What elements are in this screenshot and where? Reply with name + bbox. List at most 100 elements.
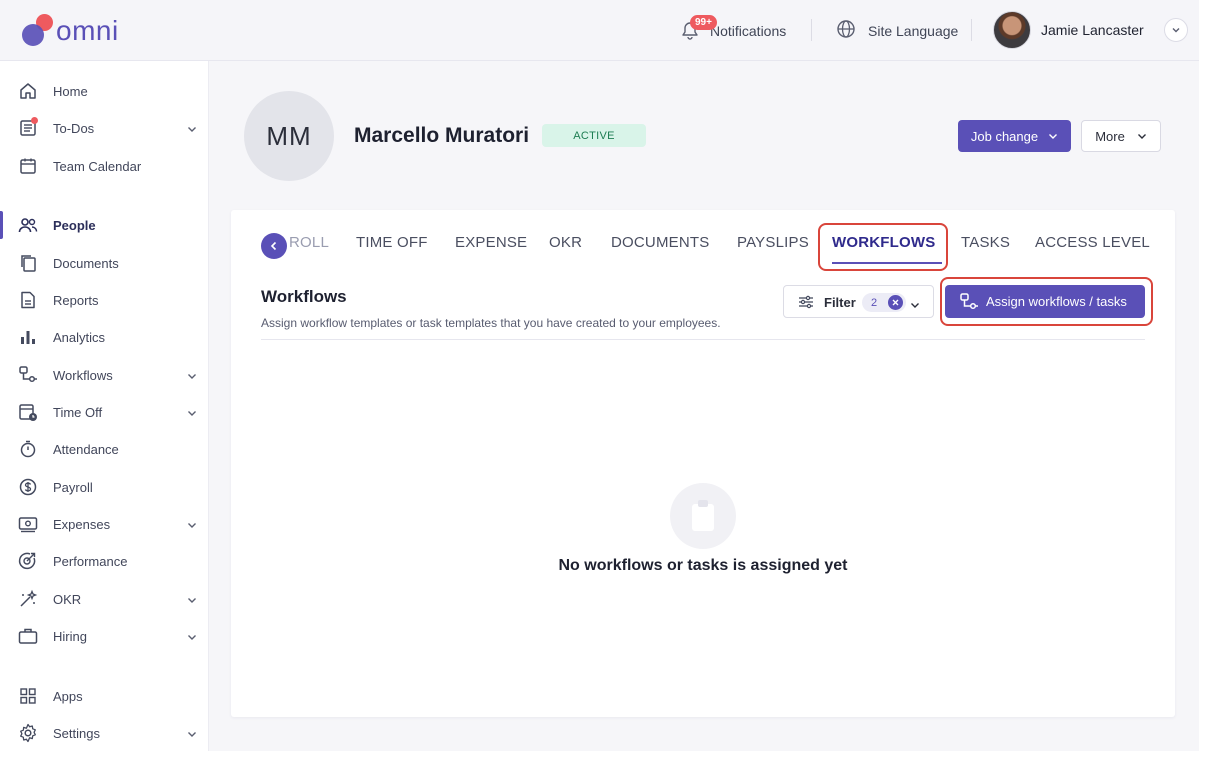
tab-okr[interactable]: OKR	[549, 233, 582, 259]
app-window: omni 99+ Notifications Site Language Jam…	[0, 0, 1199, 751]
sidebar-item-attendance[interactable]: Attendance	[0, 431, 209, 467]
calendar-icon	[18, 156, 38, 176]
filter-button[interactable]: Filter 2	[783, 285, 934, 318]
section-title: Workflows	[261, 287, 347, 306]
sidebar-item-performance[interactable]: Performance	[0, 543, 209, 579]
tab-time-off[interactable]: TIME OFF	[356, 233, 428, 259]
profile-avatar: MM	[244, 91, 334, 181]
user-name: Jamie Lancaster	[1041, 22, 1144, 38]
user-avatar	[993, 11, 1031, 49]
chevron-down-icon	[186, 406, 198, 418]
more-label: More	[1095, 128, 1125, 144]
status-badge: ACTIVE	[542, 124, 646, 147]
omni-logo[interactable]: omni	[22, 14, 132, 48]
sidebar-item-label: Documents	[53, 255, 119, 271]
home-icon	[18, 81, 38, 101]
tab-payroll[interactable]: ROLL	[289, 233, 329, 259]
highlight-workflows-tab	[818, 223, 948, 271]
site-language-label: Site Language	[868, 23, 959, 39]
header-divider	[971, 19, 972, 41]
more-button[interactable]: More	[1081, 120, 1161, 152]
sidebar-item-todos[interactable]: To-Dos	[0, 110, 209, 146]
sidebar-item-team-calendar[interactable]: Team Calendar	[0, 148, 209, 184]
section-divider	[261, 339, 1145, 340]
tabs-scroll-left-button[interactable]	[261, 233, 287, 259]
clipboard-icon	[670, 483, 736, 549]
employee-name: Marcello Muratori	[354, 124, 530, 147]
analytics-icon	[18, 327, 38, 347]
user-menu[interactable]: Jamie Lancaster	[993, 11, 1188, 49]
sidebar-item-label: Team Calendar	[53, 158, 142, 174]
job-change-button[interactable]: Job change	[958, 120, 1071, 152]
documents-icon	[18, 253, 38, 273]
sidebar-item-expenses[interactable]: Expenses	[0, 506, 209, 542]
sidebar-item-time-off[interactable]: Time Off	[0, 394, 209, 430]
highlight-assign-button	[940, 277, 1153, 326]
logo-mark-secondary	[22, 24, 44, 46]
empty-state-message: No workflows or tasks is assigned yet	[558, 557, 848, 574]
expenses-icon	[18, 514, 38, 534]
sidebar-item-label: People	[53, 217, 96, 233]
section-subtitle: Assign workflow templates or task templa…	[261, 316, 721, 330]
chevron-down-icon	[1137, 129, 1147, 144]
tab-documents[interactable]: DOCUMENTS	[611, 233, 709, 259]
notifications-label: Notifications	[710, 23, 787, 39]
sidebar-item-reports[interactable]: Reports	[0, 282, 209, 318]
sidebar-item-home[interactable]: Home	[0, 73, 209, 109]
bell-icon: 99+	[680, 15, 717, 41]
sidebar-item-label: Attendance	[53, 441, 119, 457]
sidebar-item-label: Home	[53, 83, 88, 99]
sidebar-item-label: OKR	[53, 591, 82, 607]
globe-icon	[836, 19, 856, 44]
reports-icon	[18, 290, 38, 310]
header-divider	[811, 19, 812, 41]
tab-expense[interactable]: EXPENSE	[455, 233, 527, 259]
workflows-card: ROLL TIME OFF EXPENSE OKR DOCUMENTS PAYS…	[231, 210, 1175, 717]
sidebar-item-label: Workflows	[53, 367, 113, 383]
notifications-badge: 99+	[690, 15, 717, 30]
chevron-down-icon	[186, 727, 198, 739]
apps-icon	[18, 686, 38, 706]
sidebar-item-label: Time Off	[53, 404, 103, 420]
sidebar-item-people[interactable]: People	[0, 207, 209, 243]
sidebar-item-workflows[interactable]: Workflows	[0, 357, 209, 393]
sidebar-item-payroll[interactable]: Payroll	[0, 469, 209, 505]
sidebar-item-analytics[interactable]: Analytics	[0, 319, 209, 355]
chevron-down-icon	[186, 122, 198, 134]
dollar-icon	[18, 477, 38, 497]
sidebar-item-label: Hiring	[53, 628, 87, 644]
performance-icon	[18, 551, 38, 571]
workflows-icon	[18, 365, 38, 385]
sidebar-item-label: To-Dos	[53, 120, 95, 136]
site-language-button[interactable]: Site Language	[836, 14, 958, 48]
time-off-icon	[18, 402, 38, 422]
job-change-label: Job change	[970, 128, 1039, 144]
clear-filter-icon[interactable]	[888, 295, 903, 310]
sidebar-item-label: Expenses	[53, 516, 111, 532]
filter-count-chip: 2	[862, 293, 906, 312]
sidebar-item-settings[interactable]: Settings	[0, 715, 209, 751]
gear-icon	[18, 723, 38, 743]
logo-text: omni	[56, 15, 119, 46]
top-header: omni 99+ Notifications Site Language Jam…	[0, 0, 1199, 61]
notifications-button[interactable]: 99+ Notifications	[680, 14, 786, 48]
stopwatch-icon	[18, 439, 38, 459]
chevron-down-icon	[186, 518, 198, 530]
sidebar-item-label: Apps	[53, 688, 83, 704]
sidebar: Home To-Dos Team Calendar People Documen…	[0, 61, 209, 751]
chevron-down-icon[interactable]	[1163, 18, 1188, 42]
tab-payslips[interactable]: PAYSLIPS	[737, 233, 809, 259]
chevron-down-icon	[1048, 129, 1058, 144]
tab-tasks[interactable]: TASKS	[961, 233, 1010, 259]
chevron-left-icon	[270, 241, 277, 251]
sidebar-item-okr[interactable]: OKR	[0, 581, 209, 617]
tab-access-level[interactable]: ACCESS LEVEL	[1035, 233, 1150, 259]
chevron-down-icon	[186, 630, 198, 642]
filter-count: 2	[871, 296, 878, 309]
sidebar-item-apps[interactable]: Apps	[0, 678, 209, 714]
okr-icon	[18, 589, 38, 609]
sidebar-item-hiring[interactable]: Hiring	[0, 618, 209, 654]
sidebar-item-label: Settings	[53, 725, 100, 741]
sidebar-item-documents[interactable]: Documents	[0, 245, 209, 281]
sidebar-item-label: Analytics	[53, 329, 106, 345]
